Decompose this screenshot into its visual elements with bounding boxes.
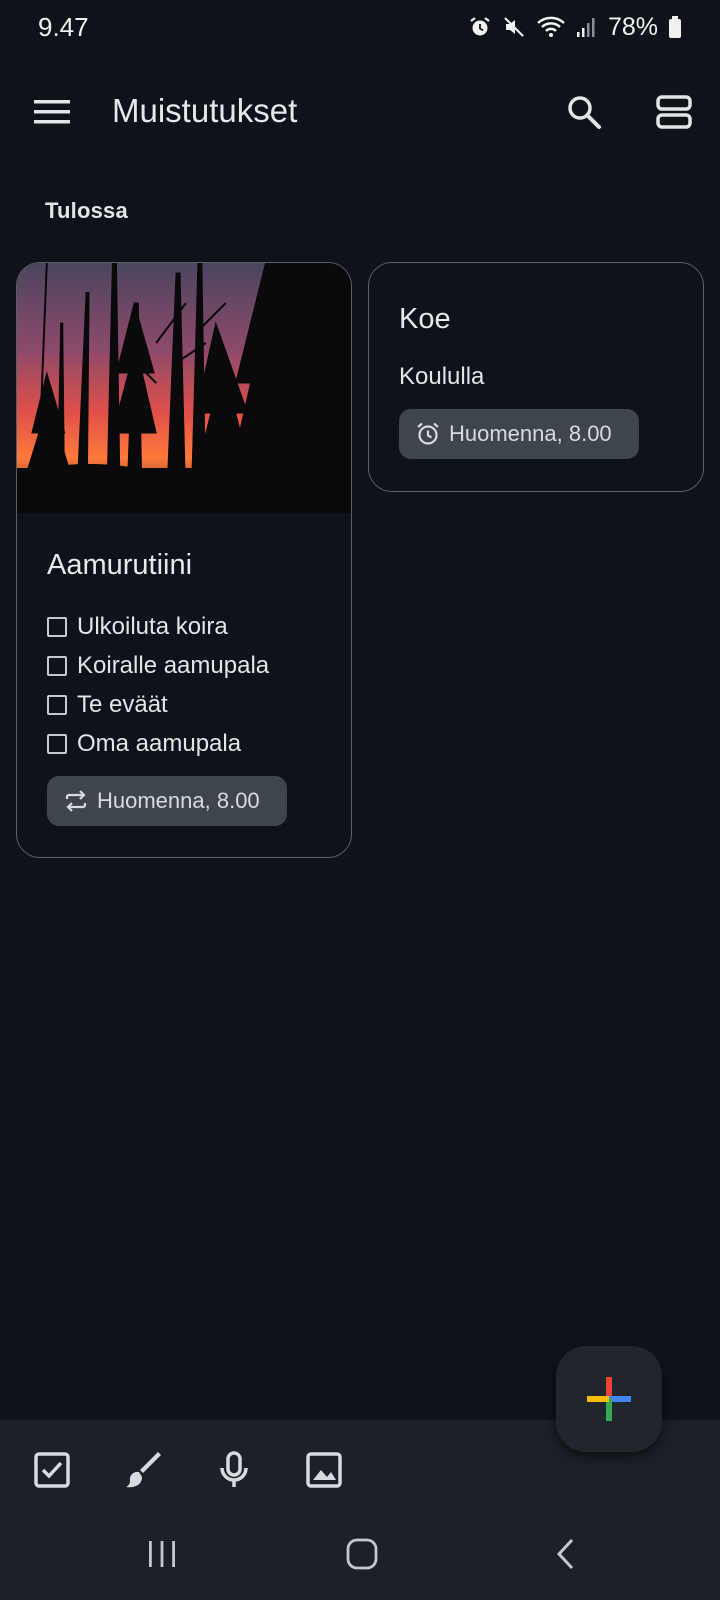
battery-icon [668,15,682,39]
reminder-label: Huomenna, 8.00 [97,788,260,813]
back-icon [556,1538,574,1570]
page-title: Muistutukset [112,92,298,129]
checkbox-icon[interactable] [47,655,67,676]
status-icons: 78% [468,12,682,42]
checklist-item-label: Ulkoiluta koira [77,612,228,640]
status-bar: 9.47 78% [0,0,720,54]
checkbox-icon[interactable] [47,616,67,637]
home-button[interactable] [332,1530,392,1578]
brush-icon [126,1452,161,1488]
note-text: Koululla [399,363,485,390]
checkbox-icon[interactable] [47,694,67,715]
reminder-label: Huomenna, 8.00 [449,421,612,446]
new-drawing-button[interactable] [118,1444,170,1496]
mic-icon [220,1451,248,1487]
checklist-item[interactable]: Ulkoiluta koira [47,607,269,646]
note-card[interactable]: Aamurutiini Ulkoiluta koira Koiralle aam… [16,262,352,858]
checklist-item[interactable]: Oma aamupala [47,724,269,763]
recents-button[interactable] [132,1530,192,1578]
wifi-icon [536,15,566,39]
signal-icon [576,16,596,38]
menu-icon [34,100,70,124]
note-title: Koe [399,303,451,335]
checklist-item-label: Te eväät [77,690,168,718]
checkbox-icon[interactable] [47,733,67,754]
repeat-icon [65,790,87,812]
checklist-item-label: Koiralle aamupala [77,651,270,679]
list-view-icon [656,95,692,129]
view-toggle-button[interactable] [650,88,698,136]
reminder-chip[interactable]: Huomenna, 8.00 [47,776,287,826]
mute-icon [502,15,526,39]
note-card[interactable]: Koe Koululla Huomenna, 8.00 [368,262,704,492]
system-nav-bar [0,1500,720,1600]
status-time: 9.47 [38,12,89,42]
recents-icon [149,1541,175,1567]
new-note-button[interactable] [556,1346,662,1452]
search-button[interactable] [560,88,608,136]
search-icon [568,96,601,129]
checklist-item-label: Oma aamupala [77,729,242,757]
checklist-item[interactable]: Koiralle aamupala [47,646,269,685]
back-button[interactable] [536,1530,596,1578]
checkbox-icon [34,1452,70,1488]
app-bar: Muistutukset [0,70,720,154]
new-list-button[interactable] [26,1444,78,1496]
alarm-icon [417,422,439,445]
menu-button[interactable] [28,90,76,134]
checklist: Ulkoiluta koira Koiralle aamupala Te evä… [47,607,269,763]
reminder-chip[interactable]: Huomenna, 8.00 [399,409,639,459]
home-icon [346,1538,378,1570]
plus-icon [587,1377,631,1421]
alarm-icon [468,15,492,39]
image-icon [306,1452,342,1488]
new-image-button[interactable] [298,1444,350,1496]
checklist-item[interactable]: Te eväät [47,685,269,724]
note-image [17,263,351,513]
note-title: Aamurutiini [47,549,193,581]
screen: 9.47 78% Muistutukset Tulossa Aamurutiin… [0,0,720,1600]
section-label: Tulossa [45,198,128,223]
new-audio-button[interactable] [208,1444,260,1496]
battery-percent: 78% [607,12,658,41]
